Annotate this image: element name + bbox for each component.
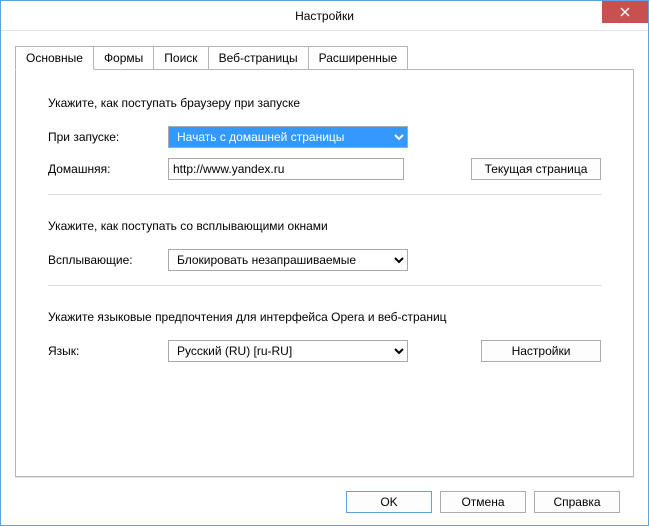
window-title: Настройки [295,9,354,23]
dialog-footer: OK Отмена Справка [15,477,634,525]
language-settings-button[interactable]: Настройки [481,340,601,362]
language-label: Язык: [48,344,158,358]
close-icon [620,7,630,17]
popups-row: Всплывающие: Блокировать незапрашиваемые [48,249,601,271]
current-page-button[interactable]: Текущая страница [471,158,601,180]
content-area: Основные Формы Поиск Веб-страницы Расшир… [1,31,648,525]
language-select[interactable]: Русский (RU) [ru-RU] [168,340,408,362]
ok-button[interactable]: OK [346,491,432,513]
tabs-container: Основные Формы Поиск Веб-страницы Расшир… [15,45,634,477]
homepage-row: Домашняя: Текущая страница [48,158,601,180]
tabstrip: Основные Формы Поиск Веб-страницы Расшир… [15,45,634,69]
titlebar: Настройки [1,1,648,31]
homepage-label: Домашняя: [48,162,158,176]
tab-webpages[interactable]: Веб-страницы [208,46,309,70]
close-button[interactable] [602,1,648,23]
divider [48,194,601,195]
startup-description: Укажите, как поступать браузеру при запу… [48,96,601,110]
language-row: Язык: Русский (RU) [ru-RU] Настройки [48,340,601,362]
on-start-select[interactable]: Начать с домашней страницы [168,126,408,148]
language-description: Укажите языковые предпочтения для интерф… [48,310,601,324]
on-start-label: При запуске: [48,130,158,144]
popups-select[interactable]: Блокировать незапрашиваемые [168,249,408,271]
tab-advanced[interactable]: Расширенные [308,46,409,70]
tab-search[interactable]: Поиск [153,46,208,70]
settings-window: Настройки Основные Формы Поиск Веб-стран… [0,0,649,526]
tab-general[interactable]: Основные [15,46,94,70]
tab-forms[interactable]: Формы [93,46,154,70]
cancel-button[interactable]: Отмена [440,491,526,513]
popups-description: Укажите, как поступать со всплывающими о… [48,219,601,233]
homepage-input[interactable] [168,158,404,180]
popups-label: Всплывающие: [48,253,158,267]
startup-row: При запуске: Начать с домашней страницы [48,126,601,148]
tabpanel-general: Укажите, как поступать браузеру при запу… [15,69,634,477]
help-button[interactable]: Справка [534,491,620,513]
divider [48,285,601,286]
